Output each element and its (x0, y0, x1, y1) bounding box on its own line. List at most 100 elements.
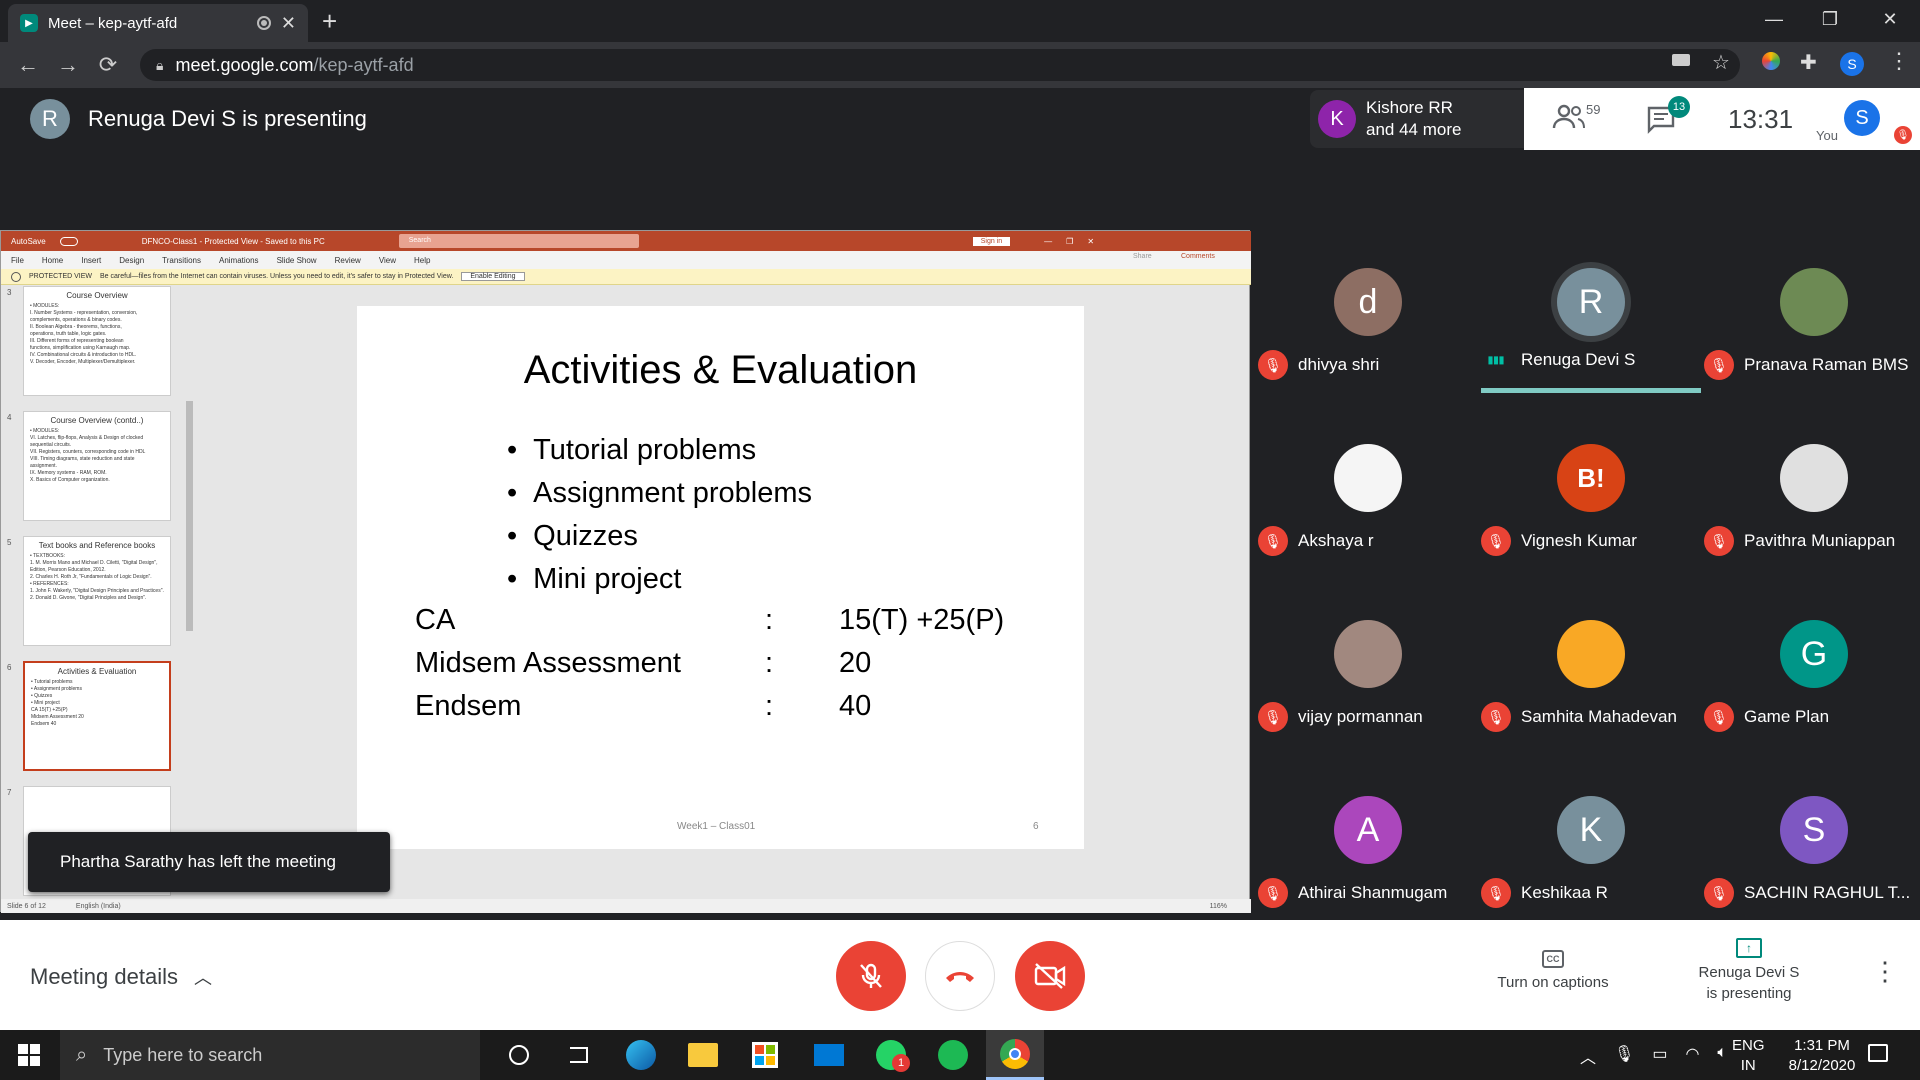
thumb-line: V. Decoder, Encoder, Multiplexer/Demulti… (30, 359, 136, 365)
file-explorer-icon[interactable] (674, 1030, 732, 1080)
participant-avatar: R (1557, 268, 1625, 336)
tray-icons[interactable]: ︿ 🎙︎ ▭ ◠ 🔈︎ (1580, 1044, 1727, 1068)
left-meeting-toast: Phartha Sarathy has left the meeting (28, 832, 390, 892)
back-icon[interactable]: ← (8, 45, 48, 85)
edge-icon[interactable] (612, 1030, 670, 1080)
slide-thumbnail[interactable]: Activities & Evaluation • Tutorial proble… (23, 661, 171, 771)
ppt-search[interactable]: Search (398, 234, 639, 248)
language-indicator[interactable]: ENG IN (1732, 1036, 1765, 1076)
system-clock[interactable]: 1:31 PM 8/12/2020 (1772, 1036, 1872, 1076)
thumb-scrollbar[interactable] (186, 401, 193, 631)
browser-tab[interactable]: ▶ Meet – kep-aytf-afd ✕ (8, 4, 308, 42)
more-options-icon[interactable]: ⋮ (1872, 956, 1898, 987)
participant-tile[interactable]: 🎙︎ Samhita Mahadevan (1481, 620, 1701, 790)
camera-off-button[interactable] (1015, 941, 1085, 1011)
enable-editing-button[interactable]: Enable Editing (461, 272, 525, 281)
spotify-icon[interactable] (924, 1030, 982, 1080)
reload-icon[interactable]: ⟳ (88, 45, 128, 85)
thumb-title: Course Overview (66, 291, 128, 300)
camera-blocked-icon[interactable] (1672, 54, 1690, 66)
presenting-button[interactable]: ↑ Renuga Devi S is presenting (1684, 938, 1814, 1002)
ppt-comments[interactable]: Comments (1181, 253, 1215, 260)
chrome-menu-icon[interactable]: ⋮ (1888, 48, 1910, 74)
close-window-icon[interactable]: ✕ (1862, 0, 1918, 38)
forward-icon[interactable]: → (48, 45, 88, 85)
ppt-menu-item[interactable]: Design (119, 256, 144, 265)
volume-icon[interactable]: 🔈︎ (1717, 1044, 1727, 1068)
autosave-toggle[interactable] (59, 236, 78, 246)
chevron-up-tray-icon[interactable]: ︿ (1580, 1044, 1596, 1068)
info-icon (11, 271, 21, 282)
store-icon[interactable] (736, 1030, 794, 1080)
omnibox[interactable]: 🔒︎ meet.google.com/kep-aytf-afd (140, 49, 1740, 81)
slide-thumbnail[interactable]: Course Overview • MODULES: I. Number Syste… (23, 286, 171, 396)
taskbar-search[interactable]: ⌕ Type here to search (60, 1030, 480, 1080)
meeting-details-button[interactable]: Meeting details ︿ (30, 964, 212, 990)
slide-thumbnail[interactable]: Text books and Reference books • TEXTBOOK… (23, 536, 171, 646)
thumb-number: 3 (7, 288, 12, 297)
battery-icon[interactable]: ▭ (1652, 1044, 1667, 1068)
ppt-sign-in[interactable]: Sign in (972, 236, 1011, 246)
ppt-menu-item[interactable]: File (11, 256, 24, 265)
participant-tile[interactable]: G 🎙︎ Game Plan (1704, 620, 1920, 790)
windows-start-icon[interactable] (0, 1030, 58, 1080)
meeting-details-label: Meeting details (30, 964, 178, 989)
ppt-share[interactable]: Share (1133, 253, 1152, 260)
mic-off-button[interactable] (836, 941, 906, 1011)
thumb-line: • Assignment problems (31, 686, 82, 692)
clock: 13:31 (1728, 104, 1794, 134)
wifi-icon[interactable]: ◠ (1685, 1044, 1699, 1068)
status-zoom[interactable]: 116% (1210, 903, 1227, 910)
chat-button[interactable]: 13 (1644, 96, 1690, 139)
self-avatar[interactable]: S (1844, 100, 1880, 136)
lock-icon: 🔒︎ (156, 56, 164, 73)
participant-tile[interactable]: B! 🎙︎ Vignesh Kumar (1481, 444, 1701, 614)
ppt-menu-item[interactable]: Help (414, 256, 430, 265)
mail-icon[interactable] (800, 1030, 858, 1080)
eval-label: Endsem (415, 690, 522, 722)
extensions-puzzle-icon[interactable]: ✚ (1800, 50, 1817, 75)
notification-icon[interactable] (1868, 1044, 1888, 1062)
meet-favicon-icon: ▶ (20, 14, 38, 32)
thumb-line: II. Boolean Algebra - theorems, function… (30, 324, 122, 330)
ppt-menu-item[interactable]: Review (335, 256, 361, 265)
participants-button[interactable]: 59 (1552, 102, 1600, 132)
bookmark-star-icon[interactable]: ☆ (1712, 50, 1730, 75)
ppt-max-icon[interactable]: ❐ (1066, 237, 1073, 246)
participant-tile[interactable]: R ▮▮▮ Renuga Devi S (1481, 268, 1701, 438)
extension-icon[interactable] (1762, 52, 1780, 70)
autosave-label[interactable]: AutoSave (11, 237, 46, 246)
new-tab-button[interactable]: + (322, 6, 337, 37)
captions-button[interactable]: CC Turn on captions (1488, 950, 1618, 991)
chrome-taskbar-icon[interactable] (986, 1030, 1044, 1080)
ppt-close-icon[interactable]: ✕ (1087, 237, 1094, 246)
ppt-menu-item[interactable]: Slide Show (277, 256, 317, 265)
slide-thumbnail[interactable]: Course Overview (contd..) • MODULES: VI. L… (23, 411, 171, 521)
thumb-line: • TEXTBOOKS: (30, 553, 65, 559)
participant-tile[interactable]: 🎙︎ Akshaya r (1258, 444, 1478, 614)
participant-avatar: G (1780, 620, 1848, 688)
participant-tile[interactable]: 🎙︎ vijay pormannan (1258, 620, 1478, 790)
participant-tile[interactable]: 🎙︎ Pavithra Muniappan (1704, 444, 1920, 614)
participant-avatar (1334, 620, 1402, 688)
close-tab-icon[interactable]: ✕ (281, 13, 296, 34)
ppt-menu-item[interactable]: Insert (81, 256, 101, 265)
ppt-menu-item[interactable]: Home (42, 256, 63, 265)
whatsapp-icon[interactable]: 1 (862, 1030, 920, 1080)
thumb-line: operations, truth table, logic gates. (30, 331, 107, 337)
participant-tile[interactable]: 🎙︎ Pranava Raman BMS (1704, 268, 1920, 438)
task-view-icon[interactable] (550, 1030, 608, 1080)
muted-mic-icon: 🎙︎ (1481, 878, 1511, 908)
ppt-menu-item[interactable]: Transitions (162, 256, 201, 265)
slide-thumbnails: 3 Course Overview • MODULES: I. Number Syst… (1, 286, 186, 896)
ppt-menu-item[interactable]: View (379, 256, 396, 265)
microphone-tray-icon[interactable]: 🎙︎ (1614, 1044, 1634, 1068)
leave-call-button[interactable] (925, 941, 995, 1011)
maximize-icon[interactable]: ❐ (1802, 0, 1858, 38)
profile-avatar[interactable]: S (1840, 52, 1864, 76)
ppt-min-icon[interactable]: — (1044, 237, 1052, 246)
participant-tile[interactable]: d 🎙︎ dhivya shri (1258, 268, 1478, 438)
ppt-menu-item[interactable]: Animations (219, 256, 259, 265)
minimize-icon[interactable]: — (1746, 0, 1802, 38)
cortana-icon[interactable] (490, 1030, 548, 1080)
